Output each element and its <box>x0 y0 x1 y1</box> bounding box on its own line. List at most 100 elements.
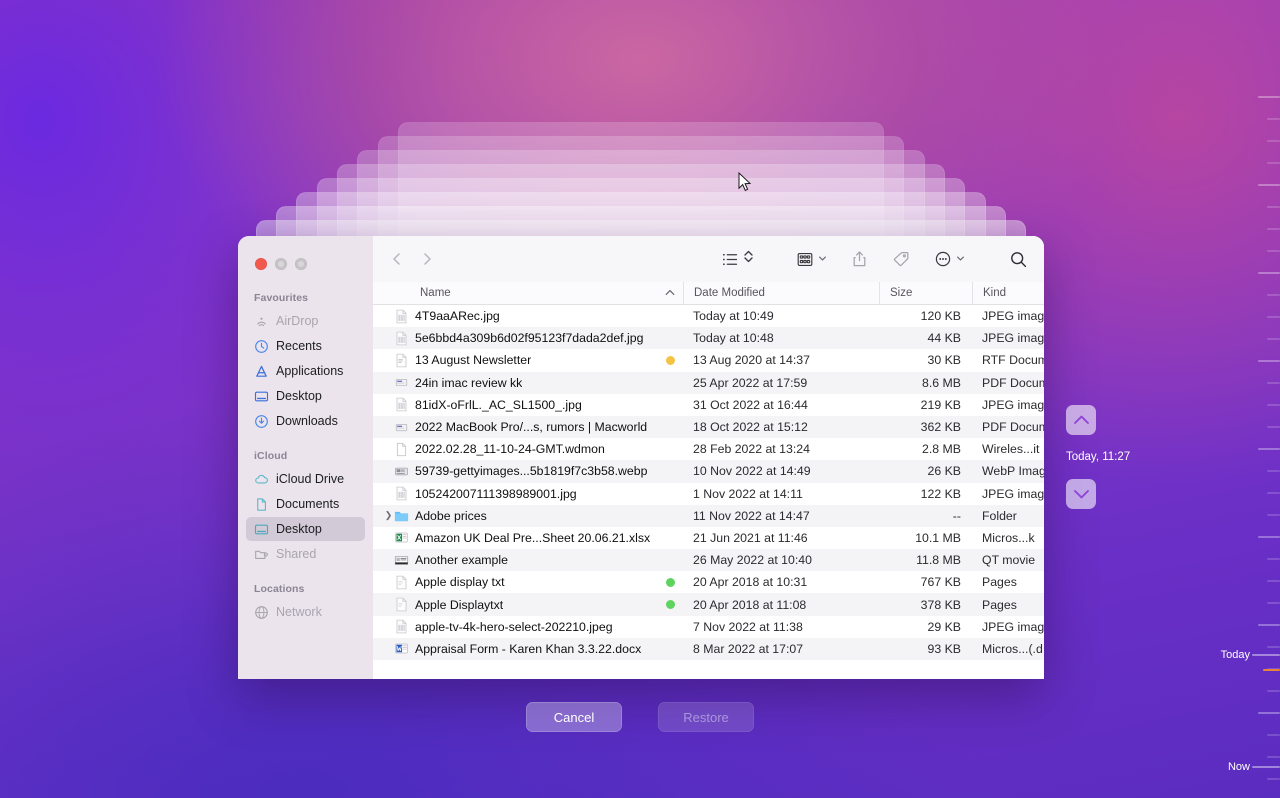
timeline-tick[interactable] <box>1267 470 1280 472</box>
timeline-tick[interactable] <box>1258 624 1280 626</box>
table-row[interactable]: 81idX-oFrlL._AC_SL1500_.jpg 31 Oct 2022 a… <box>373 394 1044 416</box>
timeline-tick[interactable] <box>1267 734 1280 736</box>
table-row[interactable]: 5e6bbd4a309b6d02f95123f7dada2def.jpg Toda… <box>373 327 1044 350</box>
table-row[interactable]: 2022.02.28_11-10-24-GMT.wdmon 28 Feb 2022… <box>373 438 1044 460</box>
timeline-tick[interactable] <box>1267 514 1280 516</box>
timeline-tick[interactable] <box>1258 272 1280 274</box>
chevron-down-icon[interactable] <box>956 250 965 268</box>
time-machine-controls: Today, 11:27 <box>1066 405 1140 509</box>
timeline-tick[interactable] <box>1258 448 1280 450</box>
table-row[interactable]: Amazon UK Deal Pre...Sheet 20.06.21.xlsx… <box>373 527 1044 549</box>
finder-window[interactable]: Favourites AirDrop Recents Applications <box>238 236 1044 679</box>
timeline-tick[interactable] <box>1267 294 1280 296</box>
tag-dot[interactable] <box>666 355 675 365</box>
timeline-tick-labeled[interactable] <box>1252 766 1280 768</box>
timeline-tick[interactable] <box>1267 206 1280 208</box>
cell-size: 767 KB <box>920 575 961 590</box>
timeline-tick[interactable] <box>1267 756 1280 758</box>
sidebar-item-desktop-icloud[interactable]: Desktop <box>246 517 365 541</box>
file-list[interactable]: 4T9aaARec.jpg Today at 10:49 120 KB JPEG im… <box>373 305 1044 679</box>
sidebar-item-network[interactable]: Network <box>246 600 365 624</box>
timeline-tick[interactable] <box>1258 536 1280 538</box>
timeline-tick[interactable] <box>1267 316 1280 318</box>
cancel-button[interactable]: Cancel <box>526 702 622 732</box>
timeline-tick-labeled[interactable] <box>1252 654 1280 656</box>
timeline-tick[interactable] <box>1267 228 1280 230</box>
table-row[interactable]: apple-tv-4k-hero-select-202210.jpeg 7 Nov… <box>373 616 1044 638</box>
jpeg-file-icon <box>396 331 407 346</box>
finder-sidebar: Favourites AirDrop Recents Applications <box>238 236 373 679</box>
tag-dot[interactable] <box>666 600 675 610</box>
timeline-tick[interactable] <box>1267 426 1280 428</box>
forward-icon[interactable] <box>419 251 435 267</box>
sidebar-item-icloud-drive[interactable]: iCloud Drive <box>246 467 365 491</box>
search-button[interactable] <box>977 250 1028 269</box>
sidebar-item-downloads[interactable]: Downloads <box>246 409 365 433</box>
finder-toolbar <box>373 236 1044 282</box>
timeline-tick[interactable] <box>1267 778 1280 780</box>
restore-button[interactable]: Restore <box>658 702 754 732</box>
file-name-label: 2022.02.28_11-10-24-GMT.wdmon <box>415 442 605 457</box>
table-row[interactable]: Another example 26 May 2022 at 10:40 11.8 … <box>373 549 1044 572</box>
timeline-tick[interactable] <box>1267 338 1280 340</box>
timeline-tick[interactable] <box>1267 162 1280 164</box>
timeline-tick[interactable] <box>1267 558 1280 560</box>
table-row[interactable]: 24in imac review kk 25 Apr 2022 at 17:59 8… <box>373 371 1044 394</box>
table-row[interactable]: 4T9aaARec.jpg Today at 10:49 120 KB JPEG im… <box>373 305 1044 327</box>
timeline-tick[interactable] <box>1258 96 1280 98</box>
table-row[interactable]: 13 August Newsletter 13 Aug 2020 at 14:37… <box>373 349 1044 371</box>
column-header-kind[interactable]: Kind <box>972 282 1044 304</box>
table-row[interactable]: Apple Displaytxt 20 Apr 2018 at 11:08 378 … <box>373 593 1044 616</box>
column-header-date-modified[interactable]: Date Modified <box>683 282 879 304</box>
table-row[interactable]: 59739-gettyimages...5b1819f7c3b58.webp 10… <box>373 460 1044 483</box>
chevron-down-icon[interactable] <box>818 250 827 268</box>
sidebar-item-documents[interactable]: Documents <box>246 492 365 516</box>
timeline-tick[interactable] <box>1258 712 1280 714</box>
column-header-size[interactable]: Size <box>879 282 972 304</box>
column-header-name[interactable]: Name <box>373 282 683 304</box>
close-button[interactable] <box>255 258 267 270</box>
disclosure-triangle-icon[interactable]: ❯ <box>383 510 394 521</box>
timeline-tick[interactable] <box>1267 118 1280 120</box>
sidebar-item-recents[interactable]: Recents <box>246 334 365 358</box>
table-row[interactable]: Apple display txt 20 Apr 2018 at 10:31 767… <box>373 571 1044 593</box>
time-machine-timeline[interactable]: Today Now <box>1221 0 1280 798</box>
go-forward-in-time-button[interactable] <box>1066 479 1096 509</box>
mouse-cursor <box>738 171 752 197</box>
timeline-tick[interactable] <box>1267 382 1280 384</box>
sort-updown-icon[interactable] <box>743 249 754 269</box>
timeline-tick[interactable] <box>1258 184 1280 186</box>
sidebar-item-shared[interactable]: Shared <box>246 542 365 566</box>
sidebar-item-desktop[interactable]: Desktop <box>246 384 365 408</box>
timeline-tick[interactable] <box>1267 690 1280 692</box>
sidebar-item-airdrop[interactable]: AirDrop <box>246 309 365 333</box>
tags-button[interactable] <box>880 250 922 268</box>
timeline-tick[interactable] <box>1267 492 1280 494</box>
timeline-current-tick[interactable] <box>1263 669 1280 671</box>
tag-dot[interactable] <box>666 577 675 587</box>
timeline-tick[interactable] <box>1267 580 1280 582</box>
cell-size: 362 KB <box>920 420 961 435</box>
share-button[interactable] <box>839 250 880 268</box>
table-row[interactable]: Appraisal Form - Karen Khan 3.3.22.docx 8… <box>373 637 1044 660</box>
timeline-tick[interactable] <box>1258 360 1280 362</box>
timeline-tick[interactable] <box>1267 646 1280 648</box>
timeline-tick[interactable] <box>1267 140 1280 142</box>
table-row[interactable]: 2022 MacBook Pro/...s, rumors | Macworld… <box>373 415 1044 439</box>
view-list-button[interactable] <box>710 249 766 269</box>
timeline-tick[interactable] <box>1267 602 1280 604</box>
back-icon[interactable] <box>389 251 405 267</box>
table-row[interactable]: ❯ Adobe prices 11 Nov 2022 at 14:47 -- Folde… <box>373 504 1044 527</box>
group-by-button[interactable] <box>766 250 839 268</box>
table-row[interactable]: 105242007111398989001.jpg 1 Nov 2022 at 1… <box>373 483 1044 505</box>
column-header-label: Kind <box>983 287 1007 299</box>
zoom-button[interactable] <box>295 258 307 270</box>
timeline-tick[interactable] <box>1267 250 1280 252</box>
more-actions-button[interactable] <box>922 250 977 268</box>
sidebar-item-applications[interactable]: Applications <box>246 359 365 383</box>
go-back-in-time-button[interactable] <box>1066 405 1096 435</box>
minimize-button[interactable] <box>275 258 287 270</box>
cell-size: 44 KB <box>927 331 962 346</box>
timeline-tick[interactable] <box>1267 404 1280 406</box>
cell-kind: Micros...(.d <box>982 641 1043 656</box>
